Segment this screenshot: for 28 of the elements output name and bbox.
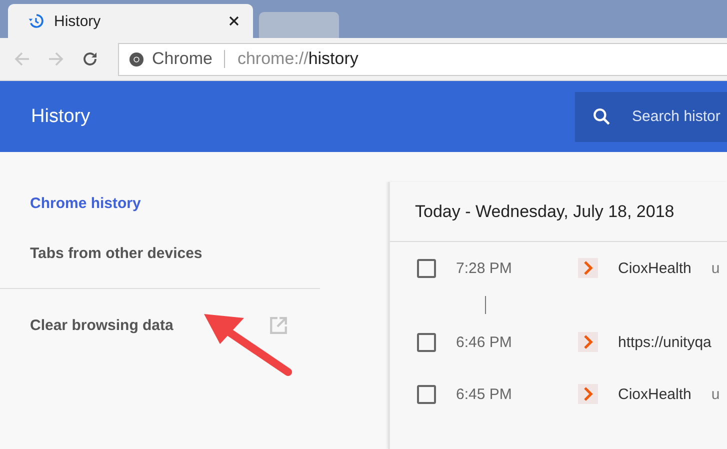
chevron-icon: [578, 384, 598, 404]
page-title-link[interactable]: CioxHealth: [618, 260, 692, 276]
history-icon: [28, 13, 44, 29]
page-title-link[interactable]: CioxHealth: [618, 386, 692, 402]
close-icon[interactable]: [229, 16, 239, 26]
chevron-icon: [578, 332, 598, 352]
chevron-icon: [578, 258, 598, 278]
reload-icon[interactable]: [82, 51, 98, 67]
page-domain: u: [711, 260, 720, 276]
search-field[interactable]: Search histor: [575, 92, 727, 142]
visit-time: 6:45 PM: [456, 386, 513, 402]
sidebar-item[interactable]: Tabs from other devices: [30, 244, 202, 262]
sidebar-item[interactable]: Clear browsing data: [30, 316, 174, 334]
address-bar[interactable]: Chrome chrome://history: [118, 42, 727, 76]
sidebar-item[interactable]: Chrome history: [30, 194, 141, 212]
checkbox[interactable]: [417, 384, 436, 404]
date-heading: Today - Wednesday, July 18, 2018: [390, 182, 727, 242]
time-gap-line: [485, 296, 486, 314]
browser-tab[interactable]: History: [8, 4, 253, 38]
page-header: History Search histor: [0, 81, 727, 152]
visit-time: 6:46 PM: [456, 334, 513, 350]
page-title-link[interactable]: https://unityqa: [618, 334, 712, 350]
checkbox[interactable]: [417, 258, 436, 278]
visit-time: 7:28 PM: [456, 260, 513, 276]
page-domain: u: [711, 386, 720, 402]
checkbox[interactable]: [417, 332, 436, 352]
search-icon: [593, 108, 610, 124]
chrome-icon: [129, 52, 144, 66]
